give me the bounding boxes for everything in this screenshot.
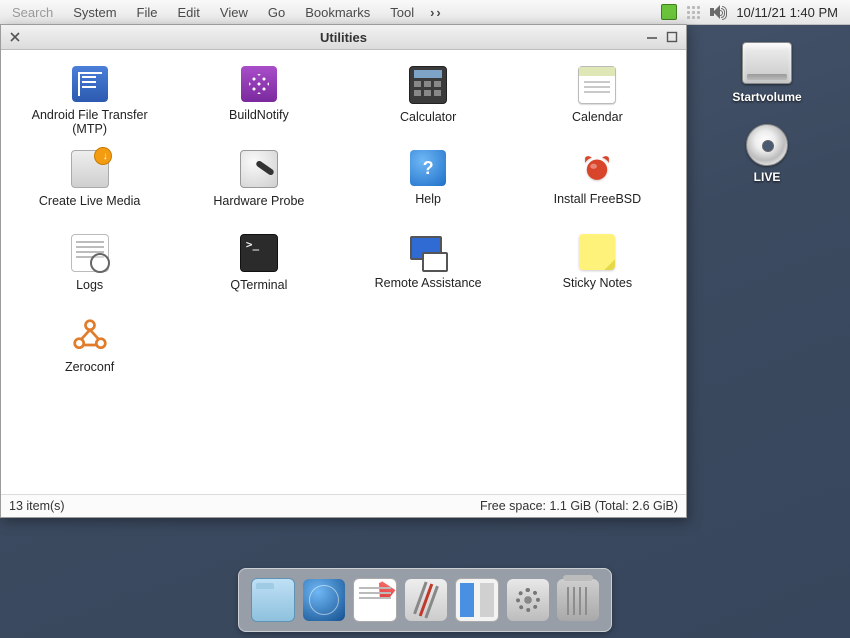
dock	[238, 568, 612, 632]
menubar: Search System File Edit View Go Bookmark…	[0, 0, 850, 25]
app-qterminal[interactable]: QTerminal	[174, 230, 343, 314]
android-file-transfer-label: Android File Transfer (MTP)	[15, 108, 165, 137]
menu-go[interactable]: Go	[258, 5, 295, 20]
hardware-probe-icon	[240, 150, 278, 188]
sticky-notes-icon	[579, 234, 615, 270]
app-grid: Android File Transfer (MTP) BuildNotify Ca…	[1, 50, 686, 494]
harddrive-icon	[742, 42, 792, 84]
desktop-live[interactable]: LIVE	[712, 124, 822, 184]
calculator-icon	[409, 66, 447, 104]
logs-icon	[71, 234, 109, 272]
remote-assistance-icon	[410, 234, 446, 270]
create-live-media-icon: ↓	[71, 150, 109, 188]
app-zeroconf[interactable]: Zeroconf	[5, 314, 174, 398]
menu-overflow-icon[interactable]: ››	[424, 5, 449, 20]
app-help[interactable]: ? Help	[344, 146, 513, 230]
app-buildnotify[interactable]: BuildNotify	[174, 62, 343, 146]
window-close-button[interactable]	[5, 32, 25, 42]
dock-editor[interactable]	[353, 578, 397, 622]
calculator-label: Calculator	[400, 110, 456, 124]
dock-utilities[interactable]	[405, 579, 447, 621]
clock[interactable]: 10/11/21 1:40 PM	[736, 5, 840, 20]
dock-settings[interactable]	[507, 579, 549, 621]
global-search[interactable]: Search	[6, 5, 63, 20]
menu-file[interactable]: File	[127, 5, 168, 20]
statusbar: 13 item(s) Free space: 1.1 GiB (Total: 2…	[1, 494, 686, 517]
app-install-freebsd[interactable]: Install FreeBSD	[513, 146, 682, 230]
remote-assistance-label: Remote Assistance	[375, 276, 482, 290]
app-hardware-probe[interactable]: Hardware Probe	[174, 146, 343, 230]
install-freebsd-icon	[579, 150, 615, 186]
app-sticky-notes[interactable]: Sticky Notes	[513, 230, 682, 314]
volume-icon[interactable]	[710, 5, 726, 19]
system-tray: 10/11/21 1:40 PM	[661, 4, 844, 20]
app-calendar[interactable]: Calendar	[513, 62, 682, 146]
app-android-file-transfer[interactable]: Android File Transfer (MTP)	[5, 62, 174, 146]
dock-trash[interactable]	[557, 579, 599, 621]
desktop-startvolume-label: Startvolume	[732, 90, 801, 104]
buildnotify-icon	[241, 66, 277, 102]
zeroconf-icon	[72, 318, 108, 354]
window-maximize-button[interactable]	[662, 31, 682, 43]
battery-icon[interactable]	[661, 4, 677, 20]
zeroconf-label: Zeroconf	[65, 360, 114, 374]
sticky-notes-label: Sticky Notes	[563, 276, 632, 290]
qterminal-icon	[240, 234, 278, 272]
menu-tool[interactable]: Tool	[380, 5, 424, 20]
cd-icon	[743, 124, 791, 164]
create-live-media-label: Create Live Media	[39, 194, 140, 208]
status-item-count: 13 item(s)	[9, 499, 65, 513]
menu-view[interactable]: View	[210, 5, 258, 20]
dock-browser[interactable]	[303, 579, 345, 621]
help-icon: ?	[410, 150, 446, 186]
menu-bookmarks[interactable]: Bookmarks	[295, 5, 380, 20]
titlebar[interactable]: Utilities	[1, 25, 686, 50]
calendar-icon	[578, 66, 616, 104]
menu-system[interactable]: System	[63, 5, 126, 20]
desktop-live-label: LIVE	[754, 170, 781, 184]
window-minimize-button[interactable]	[642, 32, 662, 42]
help-label: Help	[415, 192, 441, 206]
qterminal-label: QTerminal	[230, 278, 287, 292]
app-logs[interactable]: Logs	[5, 230, 174, 314]
hardware-probe-label: Hardware Probe	[213, 194, 304, 208]
dock-files[interactable]	[251, 578, 295, 622]
dock-tiling[interactable]	[455, 578, 499, 622]
menu-edit[interactable]: Edit	[168, 5, 210, 20]
window-title: Utilities	[1, 30, 686, 45]
buildnotify-label: BuildNotify	[229, 108, 289, 122]
android-file-transfer-icon	[72, 66, 108, 102]
app-remote-assistance[interactable]: Remote Assistance	[344, 230, 513, 314]
status-free-space: Free space: 1.1 GiB (Total: 2.6 GiB)	[480, 499, 678, 513]
logs-label: Logs	[76, 278, 103, 292]
app-calculator[interactable]: Calculator	[344, 62, 513, 146]
utilities-window: Utilities Android File Transfer (MTP) Bui…	[0, 24, 687, 518]
app-create-live-media[interactable]: ↓ Create Live Media	[5, 146, 174, 230]
apps-grid-icon[interactable]	[687, 6, 700, 19]
desktop-startvolume[interactable]: Startvolume	[712, 42, 822, 104]
calendar-label: Calendar	[572, 110, 623, 124]
install-freebsd-label: Install FreeBSD	[554, 192, 642, 206]
